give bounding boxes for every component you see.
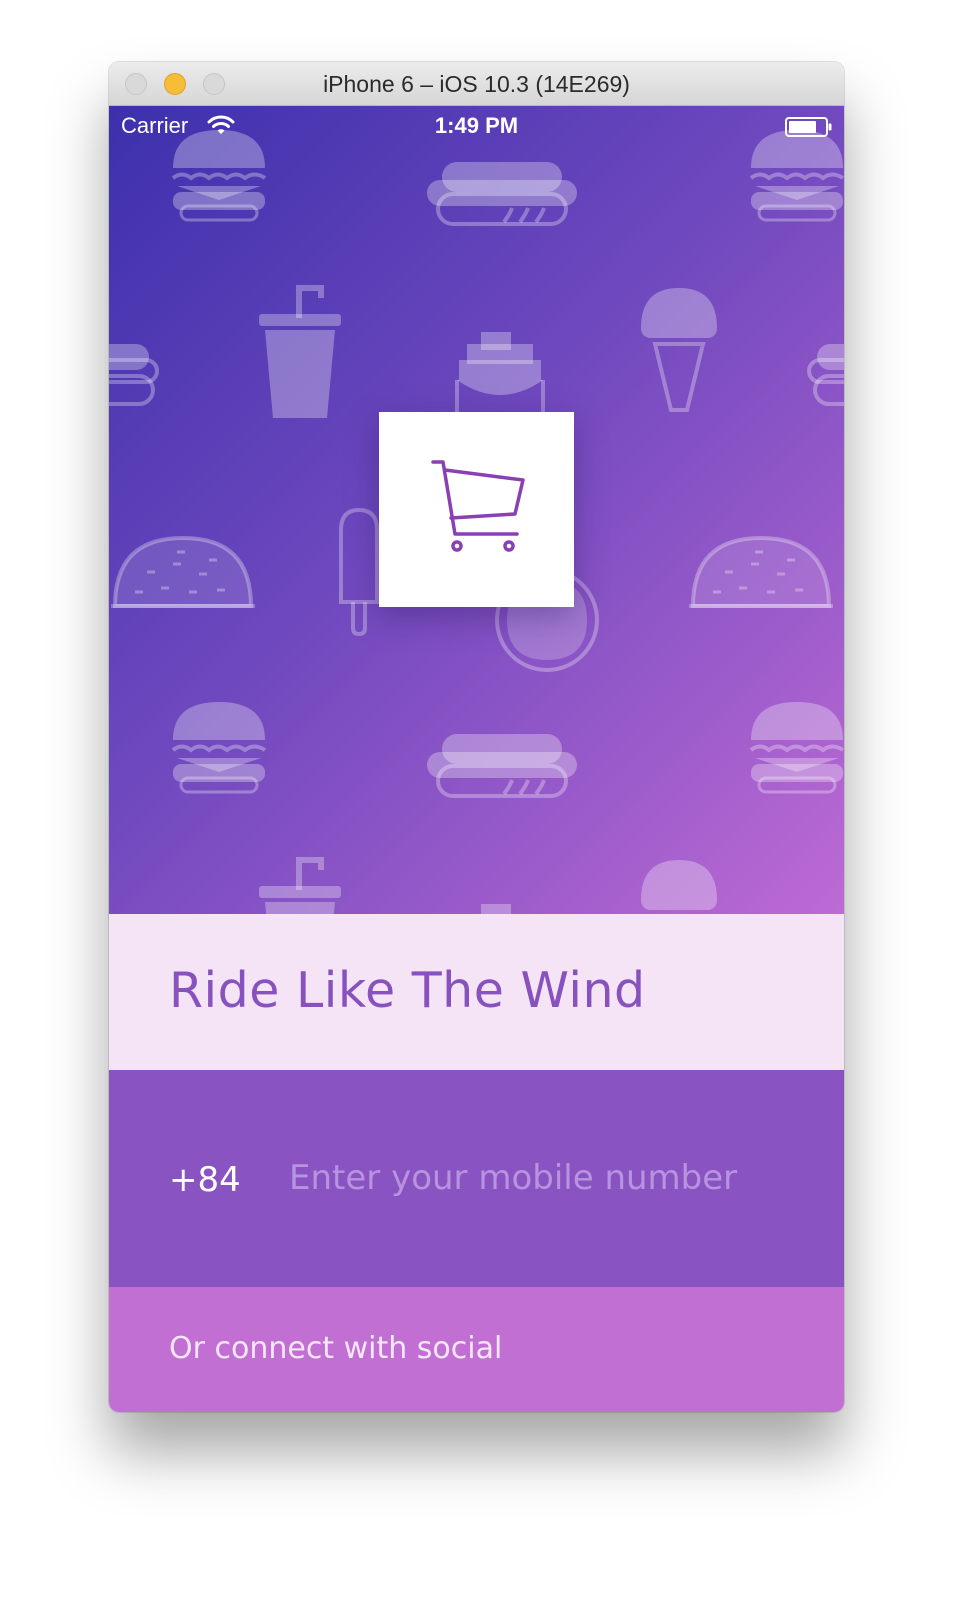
hotdog-icon [427, 734, 577, 798]
country-code-selector[interactable]: +84 [169, 1160, 241, 1200]
burger-icon [171, 702, 267, 794]
burger-icon [749, 702, 844, 794]
social-connect-button[interactable]: Or connect with social [109, 1287, 844, 1412]
phone-entry-section: +84 [109, 1070, 844, 1287]
ice-cream-cone-icon [641, 860, 717, 910]
headline-section: Ride Like The Wind [109, 914, 844, 1070]
taco-icon [689, 535, 833, 608]
drink-cup-icon [259, 857, 341, 914]
window-title: iPhone 6 – iOS 10.3 (14E269) [323, 71, 630, 97]
social-connect-label: Or connect with social [169, 1331, 503, 1366]
headline-title: Ride Like The Wind [169, 962, 646, 1019]
window-titlebar[interactable]: iPhone 6 – iOS 10.3 (14E269) [109, 62, 844, 106]
burger-icon [171, 130, 267, 222]
burger-icon [749, 130, 844, 222]
app-screen: Carrier 1:49 PM Ride Like The Wind +84 E… [109, 106, 844, 1412]
ice-cream-cone-icon [641, 288, 717, 412]
hero-pattern: Carrier 1:49 PM [109, 106, 844, 914]
fries-icon [481, 904, 511, 914]
fries-icon [455, 332, 545, 412]
mobile-number-input[interactable] [289, 1154, 809, 1202]
drink-cup-icon [259, 285, 341, 418]
simulator-window: iPhone 6 – iOS 10.3 (14E269) Carrier 1:4… [109, 62, 844, 1412]
hotdog-icon [109, 344, 159, 406]
logo-card [379, 412, 574, 607]
popsicle-icon [339, 507, 379, 636]
taco-icon [111, 535, 255, 608]
hotdog-icon [807, 344, 844, 406]
hotdog-icon [427, 162, 577, 226]
shopping-cart-icon [431, 460, 525, 552]
